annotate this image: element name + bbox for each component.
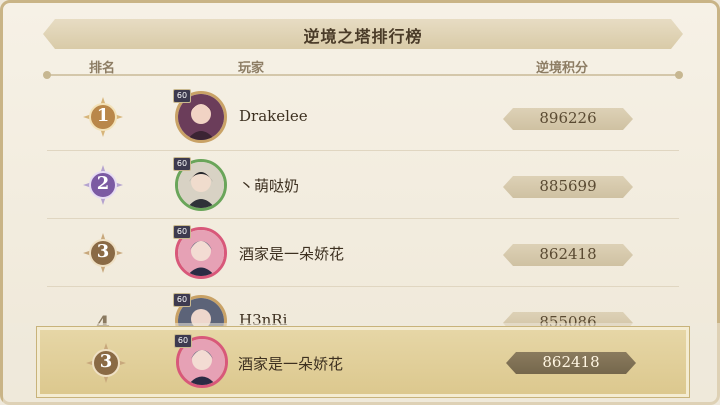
score-value: 896226 <box>539 109 597 127</box>
score-value: 862418 <box>542 353 600 371</box>
my-rank-row[interactable]: 3 60 酒家是一朵娇花 862418 <box>37 327 689 397</box>
level-tag: 60 <box>174 334 192 348</box>
rank-number: 1 <box>96 105 110 126</box>
leaderboard-row[interactable]: 1 60 Drakelee 896226 <box>47 83 679 151</box>
score-value: 885699 <box>539 177 597 195</box>
leaderboard-row[interactable]: 2 60 丶萌哒奶 885699 <box>47 151 679 219</box>
header-divider <box>43 71 683 79</box>
rank-number: 2 <box>96 173 110 194</box>
player-name: 丶萌哒奶 <box>239 177 300 195</box>
player-name: 酒家是一朵娇花 <box>239 245 345 263</box>
rank-number: 3 <box>99 351 113 372</box>
level-tag: 60 <box>173 157 191 171</box>
level-tag: 60 <box>173 225 191 239</box>
level-tag: 60 <box>173 89 191 103</box>
rank-medal-icon: 2 <box>83 165 123 205</box>
leaderboard-row[interactable]: 3 60 酒家是一朵娇花 862418 <box>47 219 679 287</box>
score-value: 862418 <box>539 245 597 263</box>
rank-medal-icon: 3 <box>86 343 126 383</box>
rank-medal-icon: 1 <box>83 97 123 137</box>
leaderboard-title: 逆境之塔排行榜 <box>303 27 423 46</box>
rank-number: 3 <box>96 241 110 262</box>
player-name: 酒家是一朵娇花 <box>238 355 344 373</box>
rank-medal-icon: 3 <box>83 233 123 273</box>
leaderboard-panel: 逆境之塔排行榜 排名 玩家 逆境积分 1 60 Drakelee 896226 <box>0 0 720 405</box>
level-tag: 60 <box>173 293 191 307</box>
player-name: Drakelee <box>239 107 308 125</box>
